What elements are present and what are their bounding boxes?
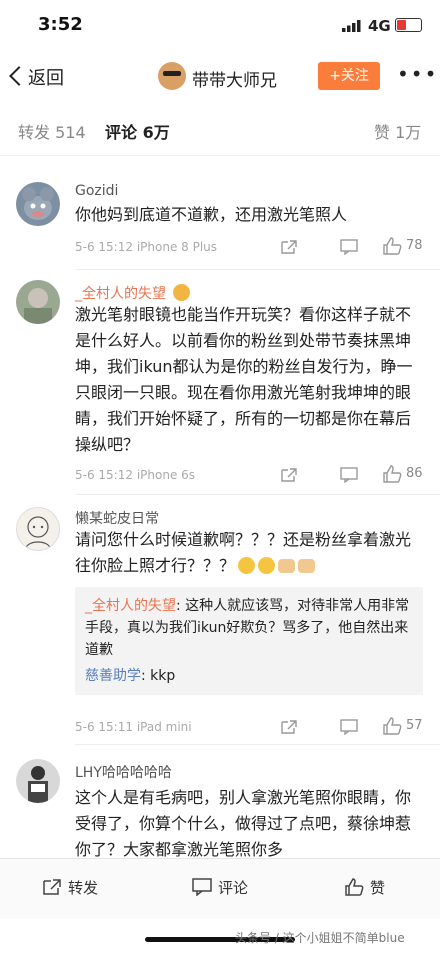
comment-icon	[192, 878, 212, 897]
comment-item: LHY哈哈哈哈哈 这个人是有毛病吧，别人拿激光笔照你眼睛，你受得了，你算个什么，…	[0, 745, 440, 858]
comment-item: Gozidi 你他妈到底道不道歉，还用激光笔照人 5-6 15:12 iPhon…	[0, 170, 440, 270]
repost-icon	[43, 879, 61, 895]
comment-time: 5-6 15:12	[75, 240, 133, 254]
thumbs-up-icon	[345, 878, 364, 896]
share-icon[interactable]	[280, 719, 298, 735]
status-bar: 3:52 4G	[0, 0, 440, 50]
like-icon[interactable]	[382, 717, 402, 735]
page-title: 带带大师兄	[192, 71, 277, 91]
tab-repost[interactable]: 转发 514	[18, 119, 86, 143]
comment-author-name: _全村人的失望	[75, 286, 166, 302]
heart-eyes-emoji-icon	[173, 284, 191, 301]
reply-text: : kkp	[141, 668, 176, 684]
comment-author[interactable]: LHY哈哈哈哈哈	[75, 762, 172, 782]
reply-item: 慈善助学: kkp	[85, 665, 413, 687]
tab-comment[interactable]: 评论 6万	[105, 119, 170, 143]
tab-like-count: 1万	[395, 123, 422, 142]
tab-repost-label: 转发	[18, 123, 51, 142]
more-icon[interactable]: •••	[397, 62, 438, 86]
like-count: 78	[406, 238, 423, 253]
comment-text: 请问您什么时候道歉啊？？？还是粉丝拿着激光往你脸上照才行？？？	[75, 527, 415, 579]
comment-text: 你他妈到底道不道歉，还用激光笔照人	[75, 205, 348, 224]
comment-device: iPad mini	[136, 720, 192, 734]
tab-like-label: 赞	[374, 123, 391, 142]
signal-icon	[342, 20, 361, 32]
comment-author[interactable]: _全村人的失望	[75, 283, 191, 303]
network-label: 4G	[368, 17, 391, 35]
tab-like[interactable]: 赞 1万	[374, 119, 421, 143]
comment-meta: 5-6 15:12 iPhone 6s	[75, 468, 195, 482]
comment-actions: 86	[280, 465, 430, 486]
clap-emoji-icon	[278, 559, 296, 573]
reply-icon[interactable]	[340, 719, 358, 735]
avatar[interactable]	[16, 759, 60, 803]
like-count: 57	[406, 718, 423, 733]
like-button[interactable]: 赞	[344, 877, 385, 898]
comment-time: 5-6 15:12	[75, 468, 133, 482]
smile-emoji-icon	[258, 557, 276, 574]
comment-meta: 5-6 15:12 iPhone 8 Plus	[75, 240, 217, 254]
reply-icon[interactable]	[340, 467, 358, 483]
tab-comment-label: 评论	[105, 123, 138, 142]
comment-meta: 5-6 15:11 iPad mini	[75, 720, 192, 734]
comment-text: 这个人是有毛病吧，别人拿激光笔照你眼睛，你受得了，你算个什么，做得过了点吧，蔡徐…	[75, 788, 412, 858]
comment-device: iPhone 6s	[136, 468, 196, 482]
comment-text: 激光笔射眼镜也能当作开玩笑？看你这样子就不是什么好人。以前看你的粉丝到处带节奏抹…	[75, 305, 413, 454]
reply-box[interactable]: _全村人的失望: 这种人就应该骂，对待非常人用非常手段，真以为我们ikun好欺负…	[75, 587, 423, 695]
comment-time: 5-6 15:11	[75, 720, 133, 734]
comment-label: 评论	[218, 879, 249, 897]
share-icon[interactable]	[280, 467, 298, 483]
status-time: 3:52	[38, 14, 83, 35]
back-button[interactable]: 返回	[9, 64, 64, 90]
comment-device: iPhone 8 Plus	[136, 240, 218, 254]
comment-button[interactable]: 评论	[192, 877, 248, 898]
like-count: 86	[406, 466, 423, 481]
reply-icon[interactable]	[340, 239, 358, 255]
reply-author[interactable]: _全村人的失望	[85, 598, 176, 614]
tab-repost-count: 514	[55, 123, 86, 142]
smile-emoji-icon	[238, 557, 256, 574]
back-label: 返回	[28, 68, 64, 89]
tab-bar: 转发 514 评论 6万 赞 1万	[0, 105, 440, 156]
comment-author[interactable]: 懒某蛇皮日常	[75, 508, 159, 528]
battery-icon	[395, 18, 422, 32]
reply-item: _全村人的失望: 这种人就应该骂，对待非常人用非常手段，真以为我们ikun好欺负…	[85, 595, 413, 661]
comment-item: _全村人的失望 激光笔射眼镜也能当作开玩笑？看你这样子就不是什么好人。以前看你的…	[0, 270, 440, 495]
watermark: 头条号 / 这个小姐姐不简单blue	[235, 931, 405, 945]
clap-emoji-icon	[298, 559, 316, 573]
author-avatar[interactable]	[158, 62, 186, 90]
repost-button[interactable]: 转发	[42, 877, 98, 898]
follow-button[interactable]: +关注	[318, 62, 380, 90]
like-icon[interactable]	[382, 465, 402, 483]
like-label: 赞	[370, 879, 386, 897]
nav-bar: 返回 带带大师兄 +关注 •••	[0, 50, 440, 105]
repost-label: 转发	[68, 879, 99, 897]
tab-comment-count: 6万	[142, 123, 170, 142]
like-icon[interactable]	[382, 237, 402, 255]
bottom-action-bar: 转发 评论 赞	[0, 858, 440, 919]
comment-item: 懒某蛇皮日常 请问您什么时候道歉啊？？？还是粉丝拿着激光往你脸上照才行？？？ _…	[0, 495, 440, 745]
avatar[interactable]	[16, 507, 60, 551]
comment-author[interactable]: Gozidi	[75, 183, 118, 199]
chevron-left-icon	[9, 66, 29, 86]
reply-author[interactable]: 慈善助学	[85, 668, 141, 684]
avatar[interactable]	[16, 280, 60, 324]
avatar[interactable]	[16, 182, 60, 226]
share-icon[interactable]	[280, 239, 298, 255]
comment-actions: 78	[280, 237, 430, 258]
comment-actions: 57	[280, 717, 430, 738]
